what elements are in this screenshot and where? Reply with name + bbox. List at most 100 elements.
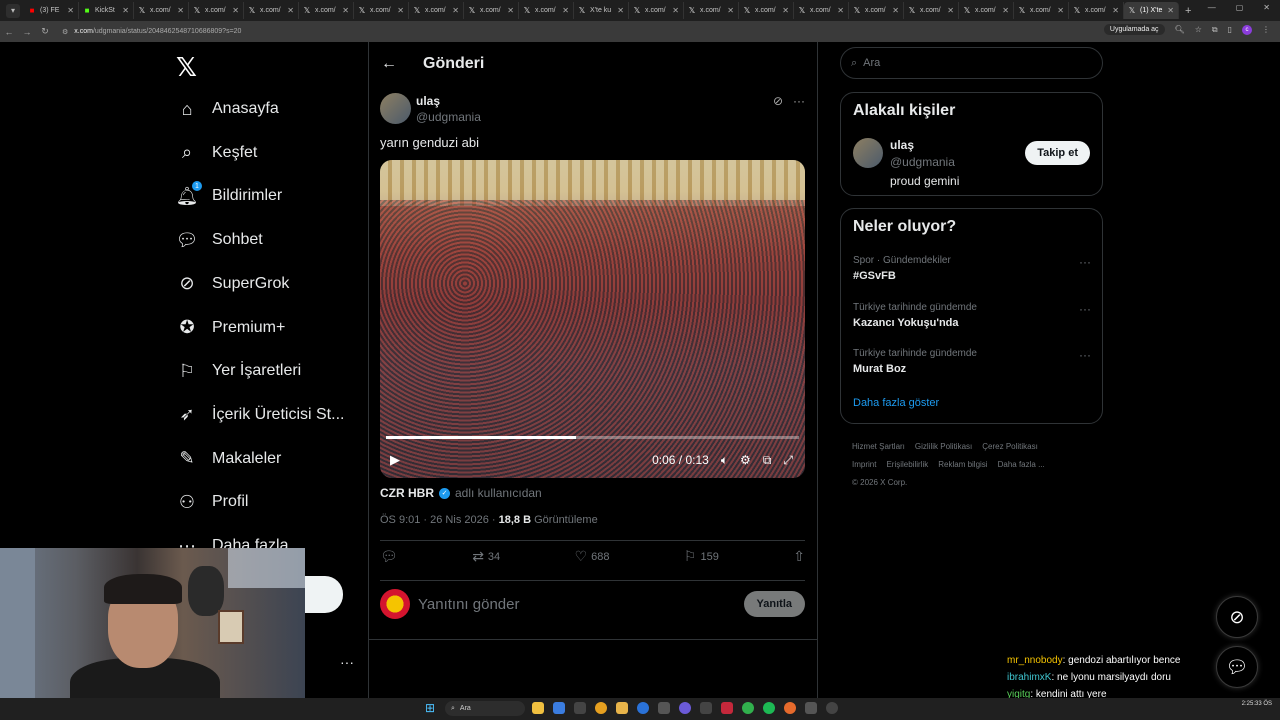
footer-link[interactable]: © 2026 X Corp. — [852, 478, 907, 487]
browser-tab[interactable]: 𝕏x.com/ ✕ — [244, 2, 299, 19]
nav-item[interactable]: ⚐ Yer İşaretleri — [176, 356, 301, 386]
browser-tab[interactable]: 𝕏x.com/ ✕ — [189, 2, 244, 19]
close-tab-icon[interactable]: ✕ — [507, 6, 514, 15]
folder-icon[interactable] — [616, 702, 628, 714]
close-tab-icon[interactable]: ✕ — [837, 6, 844, 15]
close-tab-icon[interactable]: ✕ — [782, 6, 789, 15]
app-icon[interactable] — [658, 702, 670, 714]
footer-link[interactable]: Erişilebilirlik — [886, 460, 928, 469]
browser-tab[interactable]: 𝕏x.com/ ✕ — [959, 2, 1014, 19]
close-tab-icon[interactable]: ✕ — [727, 6, 734, 15]
discord-icon[interactable] — [679, 702, 691, 714]
close-tab-icon[interactable]: ✕ — [1002, 6, 1009, 15]
browser-tab[interactable]: 𝕏x.com/ ✕ — [134, 2, 189, 19]
edge-icon[interactable] — [637, 702, 649, 714]
app-icon[interactable] — [721, 702, 733, 714]
back-nav-icon[interactable]: ← — [0, 27, 18, 37]
like-button[interactable]: ♡ 688 — [575, 548, 610, 565]
extensions-icon[interactable]: ⧉ — [1212, 25, 1218, 35]
more-options-icon[interactable]: ··· — [1079, 302, 1091, 316]
author-avatar[interactable] — [380, 93, 411, 124]
spotify-icon[interactable] — [763, 702, 775, 714]
nav-item[interactable]: ⊘ SuperGrok — [176, 269, 289, 299]
browser-tab[interactable]: 𝕏x.com/ ✕ — [629, 2, 684, 19]
nav-item[interactable]: 💬︎ Sohbet — [176, 225, 263, 255]
nav-item[interactable]: ➶ İçerik Üreticisi St... — [176, 400, 344, 430]
more-options-icon[interactable]: ··· — [1079, 348, 1091, 362]
footer-link[interactable]: Daha fazla ... — [998, 460, 1045, 469]
close-tab-icon[interactable]: ✕ — [287, 6, 294, 15]
user-avatar[interactable] — [380, 589, 410, 619]
app-icon[interactable] — [805, 702, 817, 714]
volume-icon[interactable]: 🔈︎ — [721, 453, 728, 468]
windows-start-icon[interactable]: ⊞ — [425, 702, 437, 714]
relevant-person[interactable]: ulaş @udgmania proud gemini — [853, 138, 959, 188]
close-tab-icon[interactable]: ✕ — [672, 6, 679, 15]
close-tab-icon[interactable]: ✕ — [232, 6, 239, 15]
menu-icon[interactable]: ⋮ — [1262, 25, 1270, 34]
browser-tab[interactable]: 𝕏 (1) X'te ✕ — [1124, 2, 1179, 19]
browser-tab[interactable]: 𝕏x.com/ ✕ — [794, 2, 849, 19]
close-tab-icon[interactable]: ✕ — [1057, 6, 1064, 15]
video-player[interactable]: ▶ 0:06 / 0:13 🔈︎ ⚙ ⧉ ⤢ — [380, 160, 805, 478]
close-tab-icon[interactable]: ✕ — [562, 6, 569, 15]
app-icon[interactable] — [700, 702, 712, 714]
fullscreen-icon[interactable]: ⤢ — [783, 453, 793, 468]
close-tab-icon[interactable]: ✕ — [892, 6, 899, 15]
author-name[interactable]: ulaş — [416, 94, 481, 108]
browser-tab[interactable]: 𝕏x.com/ ✕ — [1014, 2, 1069, 19]
trend-item[interactable]: Türkiye tarihinde gündemde Murat Boz ··· — [853, 348, 1093, 375]
more-options-icon[interactable]: ··· — [793, 94, 805, 108]
close-tab-icon[interactable]: ✕ — [947, 6, 954, 15]
profile-avatar[interactable]: c — [1242, 24, 1252, 35]
browser-tab[interactable]: ■ (3) FE ✕ — [24, 2, 79, 19]
sidebar-icon[interactable]: ▯ — [1228, 25, 1232, 34]
url-field[interactable]: ⚙ x.com/udgmania/status/2048462548710686… — [62, 28, 241, 36]
close-tab-icon[interactable]: ✕ — [1167, 6, 1174, 15]
browser-tab[interactable]: 𝕏x.com/ ✕ — [464, 2, 519, 19]
reload-icon[interactable]: ↻ — [36, 26, 54, 37]
site-info-icon[interactable]: ⚙ — [62, 28, 68, 36]
chrome-icon[interactable] — [595, 702, 607, 714]
bookmark-button[interactable]: ⚐ 159 — [684, 548, 719, 565]
close-window-icon[interactable]: ✕ — [1263, 3, 1270, 12]
browser-tab[interactable]: 𝕏x.com/ ✕ — [299, 2, 354, 19]
footer-link[interactable]: Imprint — [852, 460, 876, 469]
nav-item[interactable]: 🔔︎ 1 Bildirimler — [176, 181, 282, 211]
footer-link[interactable]: Reklam bilgisi — [938, 460, 987, 469]
reply-submit-button[interactable]: Yanıtla — [743, 591, 805, 617]
person-handle[interactable]: @udgmania — [890, 155, 959, 169]
maximize-icon[interactable]: ▢ — [1236, 3, 1244, 12]
back-arrow-icon[interactable]: ← — [381, 55, 401, 73]
close-tab-icon[interactable]: ✕ — [1112, 6, 1119, 15]
person-avatar[interactable] — [853, 138, 883, 168]
close-tab-icon[interactable]: ✕ — [122, 6, 129, 15]
whatsapp-icon[interactable] — [742, 702, 754, 714]
close-tab-icon[interactable]: ✕ — [452, 6, 459, 15]
account-more-icon[interactable]: ··· — [340, 654, 354, 670]
browser-tab[interactable]: ■ KickSt ✕ — [79, 2, 134, 19]
play-icon[interactable]: ▶ — [390, 452, 400, 468]
close-tab-icon[interactable]: ✕ — [67, 6, 74, 15]
nav-item[interactable]: ✎ Makaleler — [176, 444, 281, 474]
browser-tab[interactable]: 𝕏x.com/ ✕ — [1069, 2, 1124, 19]
author-handle[interactable]: @udgmania — [416, 110, 481, 124]
person-name[interactable]: ulaş — [890, 138, 959, 152]
grok-fab-icon[interactable]: ⊘ — [1216, 596, 1258, 638]
browser-tab[interactable]: 𝕏x.com/ ✕ — [354, 2, 409, 19]
file-explorer-icon[interactable] — [532, 702, 544, 714]
clock[interactable]: 2:25:33 ÖS — [1242, 700, 1272, 708]
footer-link[interactable]: Gizlilik Politikası — [915, 442, 972, 451]
footer-link[interactable]: Hizmet Şartları — [852, 442, 905, 451]
nav-item[interactable]: ⌕ Keşfet — [176, 138, 257, 168]
trend-item[interactable]: Spor · Gündemdekiler #GSvFB ··· — [853, 255, 1093, 282]
post-author[interactable]: ulaş @udgmania — [380, 93, 481, 124]
tab-search-icon[interactable]: ▾ — [6, 3, 20, 18]
pip-icon[interactable]: ⧉ — [763, 453, 772, 468]
show-more-link[interactable]: Daha fazla göster — [853, 397, 939, 409]
close-tab-icon[interactable]: ✕ — [397, 6, 404, 15]
new-tab-button[interactable]: + — [1185, 5, 1191, 17]
minimize-icon[interactable]: — — [1208, 3, 1216, 12]
follow-button[interactable]: Takip et — [1025, 141, 1090, 165]
obs-icon[interactable] — [826, 702, 838, 714]
